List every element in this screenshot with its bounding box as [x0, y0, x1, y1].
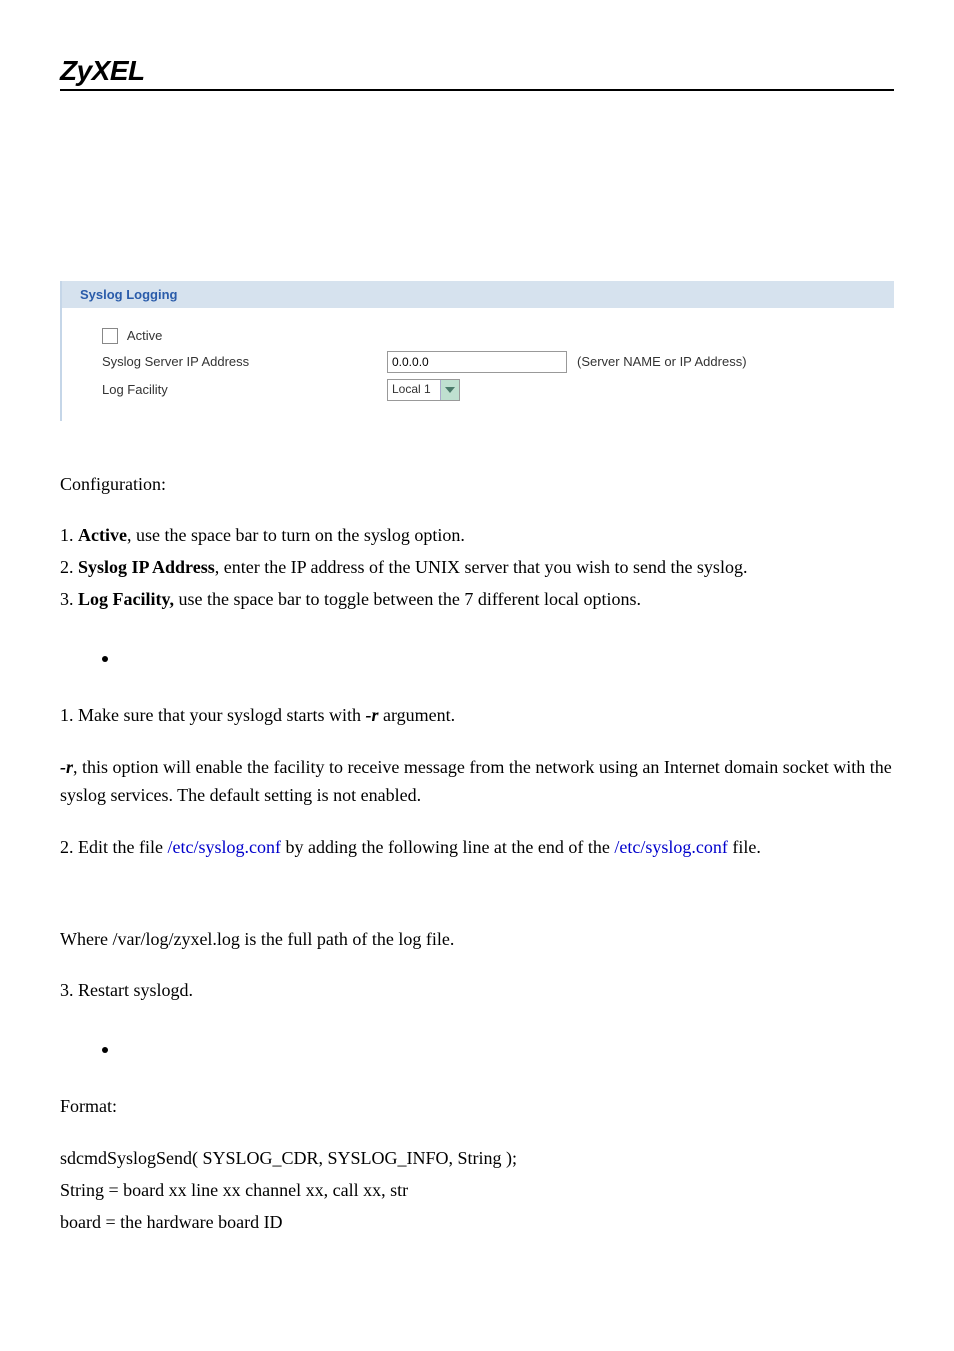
ip-hint: (Server NAME or IP Address): [577, 354, 747, 369]
ip-label: Syslog Server IP Address: [102, 354, 387, 369]
panel-body: Active Syslog Server IP Address (Server …: [62, 308, 894, 421]
facility-row: Log Facility Local 1: [102, 379, 894, 401]
config-item-3: 3. Log Facility, use the space bar to to…: [60, 586, 894, 614]
active-row: Active: [102, 328, 894, 345]
panel-title: Syslog Logging: [62, 281, 894, 308]
document-body: Configuration: 1. Active, use the space …: [60, 471, 894, 1237]
chevron-down-icon: [440, 380, 459, 400]
config-item-2: 2. Syslog IP Address, enter the IP addre…: [60, 554, 894, 582]
format-line-2: String = board xx line xx channel xx, ca…: [60, 1177, 894, 1205]
unix-step-3: 3. Restart syslogd.: [60, 977, 894, 1005]
unix-step-2: 2. Edit the file /etc/syslog.conf by add…: [60, 834, 894, 862]
syslog-panel: Syslog Logging Active Syslog Server IP A…: [60, 281, 894, 421]
unix-r-para: -r, this option will enable the facility…: [60, 754, 894, 810]
bullet-dot-icon: [102, 1047, 108, 1053]
config-heading: Configuration:: [60, 471, 894, 499]
unix-step-1: 1. Make sure that your syslogd starts wi…: [60, 702, 894, 730]
bullet-1: [102, 644, 894, 672]
active-checkbox[interactable]: [102, 328, 118, 344]
facility-select[interactable]: Local 1: [387, 379, 460, 401]
facility-value: Local 1: [388, 380, 440, 400]
format-line-1: sdcmdSyslogSend( SYSLOG_CDR, SYSLOG_INFO…: [60, 1145, 894, 1173]
ip-input[interactable]: [387, 351, 567, 373]
bullet-2: [102, 1035, 894, 1063]
facility-label: Log Facility: [102, 382, 387, 397]
ip-row: Syslog Server IP Address (Server NAME or…: [102, 351, 894, 373]
header-rule: [60, 89, 894, 91]
format-line-3: board = the hardware board ID: [60, 1209, 894, 1237]
active-label: Active: [127, 328, 162, 343]
brand-logo: ZyXEL: [60, 55, 894, 87]
unix-where: Where /var/log/zyxel.log is the full pat…: [60, 926, 894, 954]
bullet-dot-icon: [102, 656, 108, 662]
format-heading: Format:: [60, 1093, 894, 1121]
config-item-1: 1. Active, use the space bar to turn on …: [60, 522, 894, 550]
